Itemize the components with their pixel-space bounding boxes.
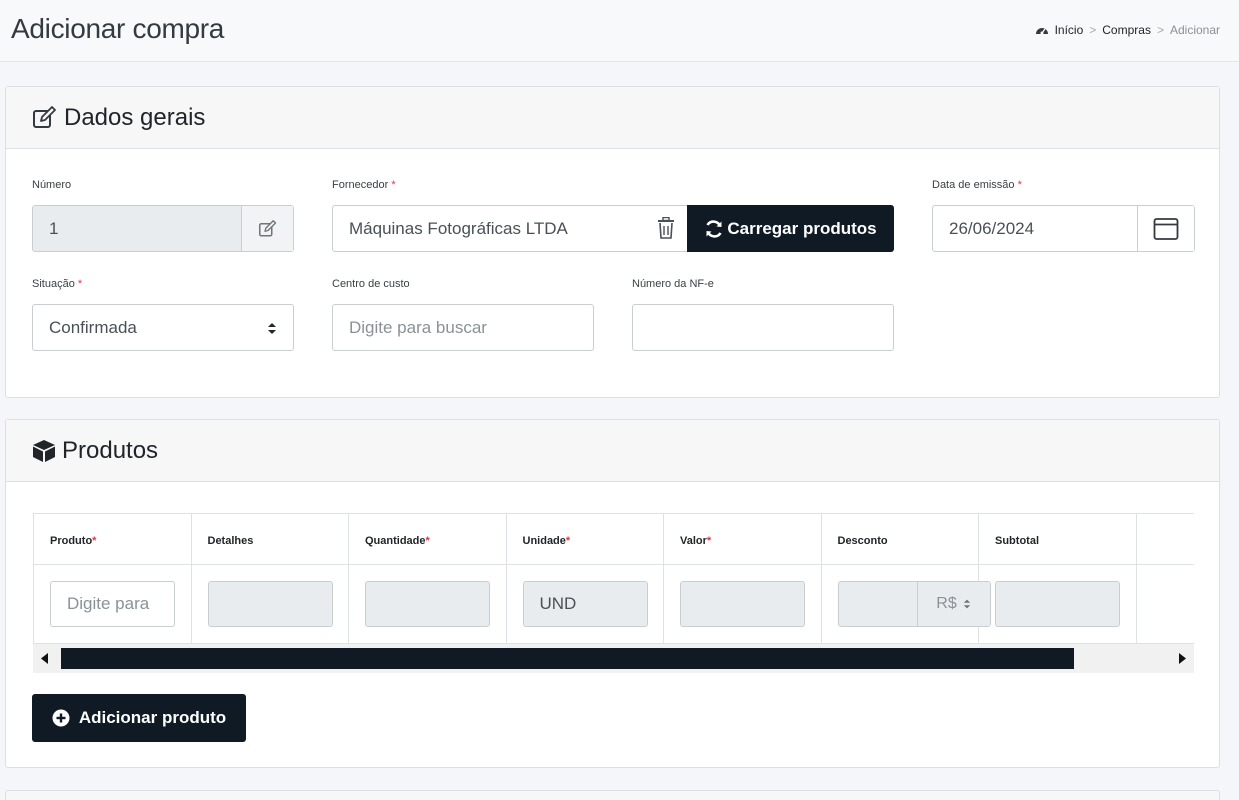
centro-custo-placeholder: Digite para buscar <box>349 317 487 337</box>
products-title: Produtos <box>62 436 159 464</box>
col-desconto: Desconto <box>822 514 979 564</box>
numero-value: 1 <box>49 218 59 238</box>
situacao-label: Situação * <box>32 278 83 290</box>
cell-valor <box>664 565 822 643</box>
horizontal-scrollbar[interactable] <box>33 644 1194 673</box>
cell-quantidade <box>349 565 507 643</box>
col-produto: Produto* <box>34 514 192 564</box>
sort-arrows-icon <box>268 323 276 334</box>
cell-unidade: UND <box>507 565 664 643</box>
data-emissao-value: 26/06/2024 <box>949 218 1035 238</box>
add-product-label: Adicionar produto <box>78 708 227 727</box>
unidade-input[interactable]: UND <box>522 581 648 627</box>
col-detalhes: Detalhes <box>192 514 349 564</box>
cell-detalhes <box>192 565 349 643</box>
breadcrumb-separator: > <box>1089 23 1097 37</box>
calendar-icon <box>1153 217 1179 240</box>
situacao-select[interactable]: Confirmada <box>32 304 294 351</box>
valor-input[interactable] <box>680 581 805 627</box>
refresh-icon <box>706 219 722 238</box>
plus-circle-icon <box>52 709 70 727</box>
add-product-button[interactable]: Adicionar produto <box>32 694 246 742</box>
calendar-button[interactable] <box>1137 206 1194 251</box>
numero-field[interactable]: 1 <box>32 205 294 252</box>
scroll-right-arrow-icon[interactable] <box>1178 653 1186 664</box>
sort-arrows-icon <box>963 599 970 609</box>
products-card: Produtos Produto* Detalhes Quantidade* U… <box>5 419 1220 768</box>
general-data-title: Dados gerais <box>64 103 206 131</box>
products-header: Produtos <box>6 420 1219 482</box>
produto-input[interactable]: Digite para <box>50 581 175 627</box>
situacao-value: Confirmada <box>49 317 137 337</box>
breadcrumb-compras-link[interactable]: Compras <box>1102 23 1151 37</box>
page-header: Adicionar compra Início > Compras > Adic… <box>0 0 1239 62</box>
scroll-left-arrow-icon[interactable] <box>41 653 49 664</box>
numero-nfe-input[interactable] <box>632 304 894 351</box>
page-title: Adicionar compra <box>11 13 225 44</box>
produto-placeholder: Digite para <box>67 594 150 613</box>
data-emissao-label: Data de emissão * <box>932 179 1022 191</box>
fornecedor-field[interactable]: Máquinas Fotográficas LTDA <box>332 205 692 252</box>
centro-custo-input[interactable]: Digite para buscar <box>332 304 594 351</box>
col-unidade: Unidade* <box>507 514 664 564</box>
unidade-value: UND <box>539 594 577 613</box>
numero-nfe-label: Número da NF-e <box>632 278 714 290</box>
trash-icon[interactable] <box>656 217 676 239</box>
col-valor: Valor* <box>664 514 822 564</box>
breadcrumb-home-link[interactable]: Início <box>1055 23 1084 37</box>
col-subtotal: Subtotal <box>979 514 1137 564</box>
col-quantidade: Quantidade* <box>349 514 507 564</box>
table-row: Digite para UND R$ <box>33 565 1194 644</box>
edit-icon <box>258 219 276 236</box>
fornecedor-value: Máquinas Fotográficas LTDA <box>349 218 568 238</box>
load-products-label: Carregar produtos <box>727 218 877 238</box>
breadcrumb: Início > Compras > Adicionar <box>1035 23 1220 37</box>
box-icon <box>33 439 55 462</box>
fornecedor-label: Fornecedor * <box>332 179 396 191</box>
edit-numero-button[interactable] <box>241 206 293 251</box>
breadcrumb-current: Adicionar <box>1169 23 1220 37</box>
general-data-header: Dados gerais <box>6 87 1219 149</box>
next-card-edge <box>5 790 1220 800</box>
quantidade-input[interactable] <box>365 581 490 627</box>
cell-subtotal <box>979 565 1137 643</box>
dashboard-icon <box>1035 28 1048 35</box>
centro-custo-label: Centro de custo <box>332 278 410 290</box>
detalhes-input[interactable] <box>207 581 333 627</box>
desconto-currency-value: R$ <box>936 595 957 612</box>
table-header: Produto* Detalhes Quantidade* Unidade* V… <box>33 513 1194 565</box>
cell-desconto: R$ <box>822 565 991 643</box>
cell-produto: Digite para <box>34 565 192 643</box>
edit-icon <box>33 105 56 128</box>
data-emissao-field[interactable]: 26/06/2024 <box>932 205 1195 252</box>
breadcrumb-separator: > <box>1156 23 1164 37</box>
products-table: Produto* Detalhes Quantidade* Unidade* V… <box>33 513 1194 673</box>
scrollbar-thumb[interactable] <box>61 648 1074 669</box>
desconto-input[interactable]: R$ <box>837 581 991 627</box>
subtotal-input[interactable] <box>995 581 1120 627</box>
general-data-card: Dados gerais Número 1 Fornecedor * Máqui… <box>5 86 1220 398</box>
load-products-button[interactable]: Carregar produtos <box>687 205 894 252</box>
numero-label: Número <box>32 179 72 191</box>
